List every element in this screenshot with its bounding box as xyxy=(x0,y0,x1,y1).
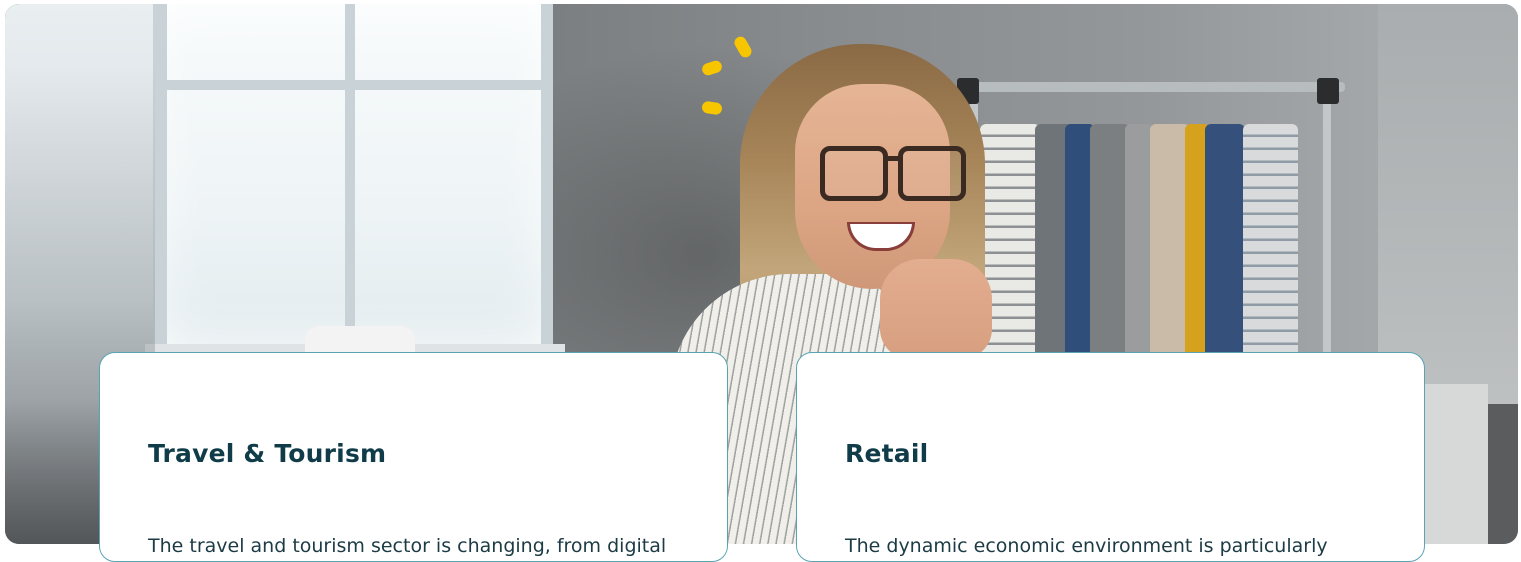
window-mullion xyxy=(541,4,553,349)
glasses-bridge xyxy=(885,156,901,161)
window-mullion xyxy=(345,4,355,349)
card-description: The travel and tourism sector is changin… xyxy=(148,535,667,557)
card-description: The dynamic economic environment is part… xyxy=(845,535,1328,557)
industry-card-travel[interactable]: Travel & Tourism The travel and tourism … xyxy=(99,352,728,562)
accent-dash-icon xyxy=(701,100,723,116)
accent-dash-icon xyxy=(700,59,724,77)
photo-cabinet xyxy=(1418,384,1488,544)
card-title: Retail xyxy=(845,439,929,468)
window-mullion xyxy=(153,4,167,349)
person-hand xyxy=(880,259,992,359)
glasses-lens xyxy=(820,146,888,201)
garment xyxy=(1150,124,1190,356)
garment xyxy=(1205,124,1245,356)
window-mullion xyxy=(153,80,553,90)
clothes-rack-post xyxy=(1323,82,1331,352)
garment xyxy=(1090,124,1130,356)
clothes-rack-bar xyxy=(960,82,1345,92)
garment xyxy=(1243,124,1298,356)
photo-right-shadow xyxy=(1488,404,1518,544)
glasses-lens xyxy=(898,146,966,201)
industry-card-retail[interactable]: Retail The dynamic economic environment … xyxy=(796,352,1425,562)
accent-dash-icon xyxy=(732,34,754,60)
card-title: Travel & Tourism xyxy=(148,439,387,468)
clothes-rack-cap xyxy=(1317,78,1339,104)
